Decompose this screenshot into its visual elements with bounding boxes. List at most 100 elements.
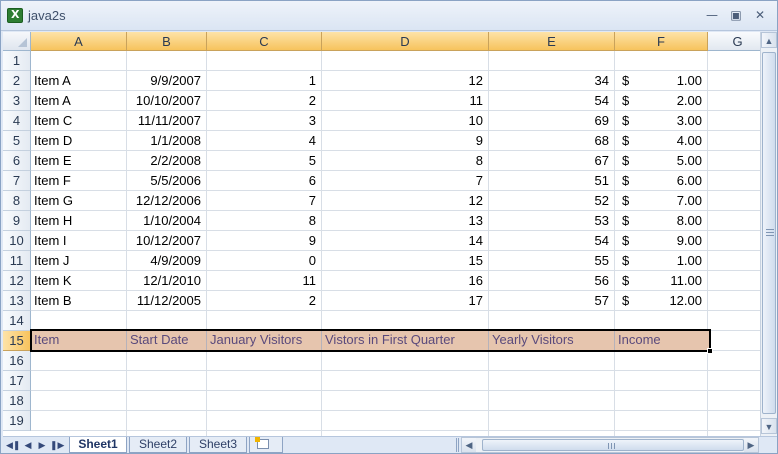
horizontal-scrollbar[interactable]: ◀ ▶ xyxy=(461,437,759,453)
vertical-scroll-thumb[interactable] xyxy=(762,52,776,414)
cell-d13[interactable]: 17 xyxy=(322,291,489,311)
minimize-icon[interactable]: — xyxy=(701,6,723,24)
cell-f12[interactable]: 11.00 xyxy=(615,271,708,291)
tab-sheet1[interactable]: Sheet1 xyxy=(69,437,127,453)
cell-d8[interactable]: 12 xyxy=(322,191,489,211)
close-icon[interactable]: ✕ xyxy=(749,6,771,24)
scroll-left-icon[interactable]: ◀ xyxy=(462,438,476,452)
next-sheet-icon[interactable]: ▶ xyxy=(36,437,48,453)
cell-d3[interactable]: 11 xyxy=(322,91,489,111)
column-header-g[interactable]: G xyxy=(708,32,760,51)
row-header-4[interactable]: 4 xyxy=(3,111,31,131)
fill-handle[interactable] xyxy=(707,348,713,354)
cell-e8[interactable]: 52 xyxy=(489,191,615,211)
cell-d4[interactable]: 10 xyxy=(322,111,489,131)
cell-e4[interactable]: 69 xyxy=(489,111,615,131)
title-bar[interactable]: java2s — ▣ ✕ xyxy=(1,1,777,31)
cell-e5[interactable]: 68 xyxy=(489,131,615,151)
cell-f7[interactable]: 6.00 xyxy=(615,171,708,191)
cell-e3[interactable]: 54 xyxy=(489,91,615,111)
first-sheet-icon[interactable]: ◀❚ xyxy=(6,437,20,453)
select-all-corner[interactable] xyxy=(3,32,31,51)
cell-d11[interactable]: 15 xyxy=(322,251,489,271)
column-header-f[interactable]: F xyxy=(615,32,708,51)
cell-d7[interactable]: 7 xyxy=(322,171,489,191)
cell-b5[interactable]: 1/1/2008 xyxy=(127,131,207,151)
cell-c13[interactable]: 2 xyxy=(207,291,322,311)
cell-a8[interactable]: Item G xyxy=(31,191,127,211)
cell-e12[interactable]: 56 xyxy=(489,271,615,291)
cell-d5[interactable]: 9 xyxy=(322,131,489,151)
row-header-10[interactable]: 10 xyxy=(3,231,31,251)
restore-icon[interactable]: ▣ xyxy=(725,6,747,24)
column-header-c[interactable]: C xyxy=(207,32,322,51)
insert-worksheet-icon[interactable] xyxy=(249,437,283,453)
cell-b8[interactable]: 12/12/2006 xyxy=(127,191,207,211)
scroll-up-icon[interactable]: ▲ xyxy=(761,32,777,48)
row-header-19[interactable]: 19 xyxy=(3,411,31,431)
cell-f9[interactable]: 8.00 xyxy=(615,211,708,231)
row-header-16[interactable]: 16 xyxy=(3,351,31,371)
cell-c10[interactable]: 9 xyxy=(207,231,322,251)
cell-d10[interactable]: 14 xyxy=(322,231,489,251)
column-header-a[interactable]: A xyxy=(31,32,127,51)
cell-f3[interactable]: 2.00 xyxy=(615,91,708,111)
cell-a7[interactable]: Item F xyxy=(31,171,127,191)
horizontal-scroll-thumb[interactable] xyxy=(482,439,744,451)
column-header-e[interactable]: E xyxy=(489,32,615,51)
tab-split-handle[interactable] xyxy=(456,438,459,452)
cell-a2[interactable]: Item A xyxy=(31,71,127,91)
cell-b6[interactable]: 2/2/2008 xyxy=(127,151,207,171)
cell-b11[interactable]: 4/9/2009 xyxy=(127,251,207,271)
row-header-2[interactable]: 2 xyxy=(3,71,31,91)
column-header-d[interactable]: D xyxy=(322,32,489,51)
cell-b4[interactable]: 11/11/2007 xyxy=(127,111,207,131)
cell-c2[interactable]: 1 xyxy=(207,71,322,91)
cell-c4[interactable]: 3 xyxy=(207,111,322,131)
cell-c7[interactable]: 6 xyxy=(207,171,322,191)
row-header-3[interactable]: 3 xyxy=(3,91,31,111)
cell-a10[interactable]: Item I xyxy=(31,231,127,251)
cell-e2[interactable]: 34 xyxy=(489,71,615,91)
row-header-14[interactable]: 14 xyxy=(3,311,31,331)
cell-c9[interactable]: 8 xyxy=(207,211,322,231)
cell-a13[interactable]: Item B xyxy=(31,291,127,311)
cell-c5[interactable]: 4 xyxy=(207,131,322,151)
cell-a11[interactable]: Item J xyxy=(31,251,127,271)
row-header-8[interactable]: 8 xyxy=(3,191,31,211)
row-header-15[interactable]: 15 xyxy=(3,331,31,351)
header-row-15[interactable]: Item Start Date January Visitors Vistors in… xyxy=(31,330,710,351)
cell-a5[interactable]: Item D xyxy=(31,131,127,151)
cell-b10[interactable]: 10/12/2007 xyxy=(127,231,207,251)
cell-e6[interactable]: 67 xyxy=(489,151,615,171)
cell-e7[interactable]: 51 xyxy=(489,171,615,191)
cell-f10[interactable]: 9.00 xyxy=(615,231,708,251)
cell-f6[interactable]: 5.00 xyxy=(615,151,708,171)
header-cell-e15[interactable]: Yearly Visitors xyxy=(489,330,615,350)
header-cell-b15[interactable]: Start Date xyxy=(127,330,207,350)
cell-f11[interactable]: 1.00 xyxy=(615,251,708,271)
cell-a9[interactable]: Item H xyxy=(31,211,127,231)
row-header-18[interactable]: 18 xyxy=(3,391,31,411)
cell-b13[interactable]: 11/12/2005 xyxy=(127,291,207,311)
tab-sheet3[interactable]: Sheet3 xyxy=(189,437,247,453)
cell-c11[interactable]: 0 xyxy=(207,251,322,271)
cell-a4[interactable]: Item C xyxy=(31,111,127,131)
header-cell-c15[interactable]: January Visitors xyxy=(207,330,322,350)
cell-f5[interactable]: 4.00 xyxy=(615,131,708,151)
cell-d12[interactable]: 16 xyxy=(322,271,489,291)
cell-f13[interactable]: 12.00 xyxy=(615,291,708,311)
worksheet-grid[interactable]: A B C D E F G 1 2 3 4 5 6 7 8 9 10 11 12 13 14 15 16 17 18 19 Item… xyxy=(3,32,760,436)
header-cell-a15[interactable]: Item xyxy=(31,330,127,350)
row-header-11[interactable]: 11 xyxy=(3,251,31,271)
excel-icon[interactable] xyxy=(7,8,23,23)
cell-d9[interactable]: 13 xyxy=(322,211,489,231)
row-header-6[interactable]: 6 xyxy=(3,151,31,171)
tab-sheet2[interactable]: Sheet2 xyxy=(129,437,187,453)
cell-c6[interactable]: 5 xyxy=(207,151,322,171)
cell-a6[interactable]: Item E xyxy=(31,151,127,171)
cell-e9[interactable]: 53 xyxy=(489,211,615,231)
row-header-7[interactable]: 7 xyxy=(3,171,31,191)
size-grip[interactable] xyxy=(763,437,777,453)
row-header-13[interactable]: 13 xyxy=(3,291,31,311)
